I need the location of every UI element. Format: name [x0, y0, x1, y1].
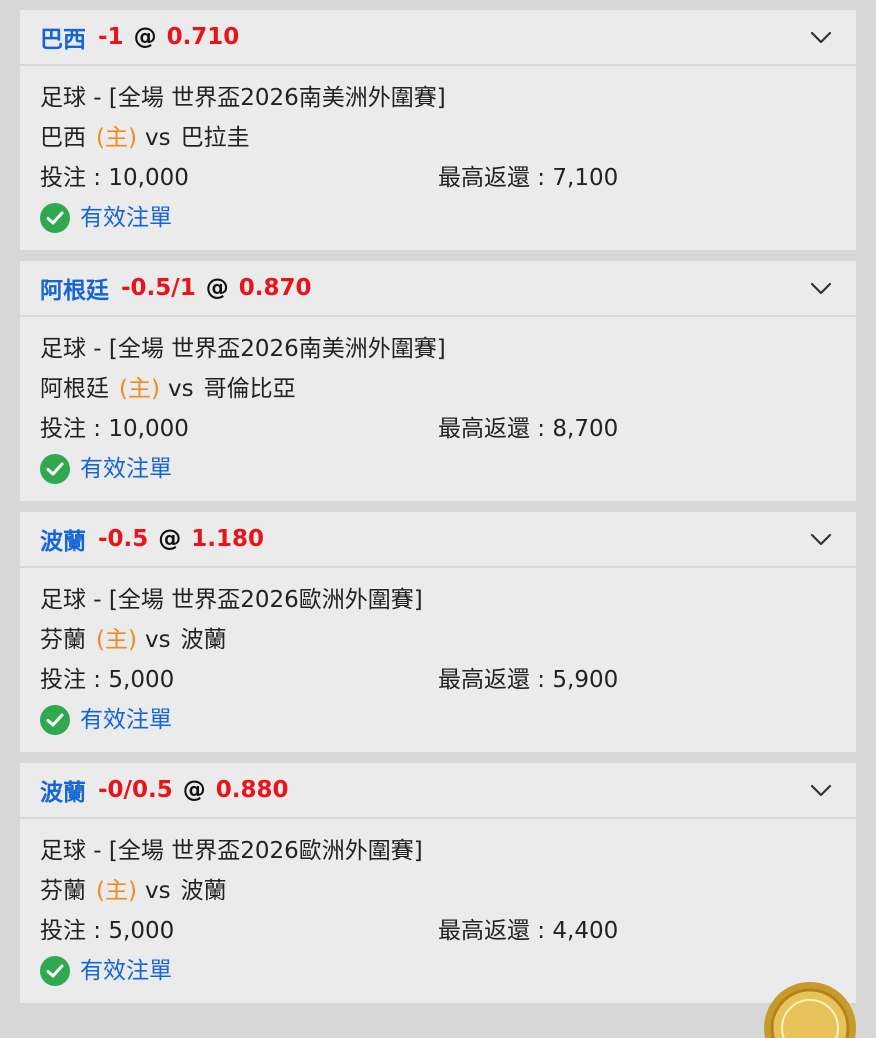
status-label: 有效注單 — [80, 958, 172, 984]
bet-card-header[interactable]: 阿根廷 -0.5/1 @ 0.870 — [20, 261, 856, 317]
home-team: 巴西 — [40, 125, 86, 151]
selection-team: 波蘭 — [40, 529, 86, 555]
stake-value: 10,000 — [108, 165, 189, 191]
max-return-value: 8,700 — [552, 416, 619, 442]
odds-value: 0.880 — [215, 777, 289, 803]
away-team: 波蘭 — [180, 627, 227, 653]
home-marker: (主) — [96, 125, 137, 151]
home-marker: (主) — [119, 376, 160, 402]
at-sign: @ — [182, 777, 206, 803]
home-team: 阿根廷 — [40, 376, 109, 402]
home-marker: (主) — [96, 627, 137, 653]
max-return: 最高返還 : 5,900 — [438, 660, 618, 700]
bet-status: 有效注單 — [40, 700, 836, 740]
away-team: 巴拉圭 — [180, 125, 250, 151]
home-team: 芬蘭 — [40, 878, 86, 904]
chevron-down-icon[interactable] — [808, 24, 834, 50]
handicap: -1 — [98, 24, 124, 50]
selection-team: 巴西 — [40, 27, 86, 53]
max-return-label: 最高返還 : — [438, 667, 553, 693]
vs-label: vs — [144, 878, 171, 904]
bet-card: 巴西 -1 @ 0.710 足球 - [全場 世界盃2026南美洲外圍賽] 巴西… — [20, 10, 856, 250]
max-return: 最高返還 : 4,400 — [438, 911, 618, 951]
max-return-value: 4,400 — [552, 918, 619, 944]
bet-card-header[interactable]: 波蘭 -0/0.5 @ 0.880 — [20, 763, 856, 819]
chevron-down-icon[interactable] — [808, 526, 834, 552]
bet-status: 有效注單 — [40, 198, 836, 238]
bet-status: 有效注單 — [40, 449, 836, 489]
at-sign: @ — [133, 24, 157, 50]
stake-label: 投注 : — [40, 918, 109, 944]
matchup: 芬蘭 (主) vs 波蘭 — [40, 620, 836, 660]
stake-label: 投注 : — [40, 667, 109, 693]
vs-label: vs — [167, 376, 194, 402]
stake: 投注 : 5,000 — [40, 911, 438, 951]
stake-label: 投注 : — [40, 165, 109, 191]
stake-value: 5,000 — [108, 667, 175, 693]
bet-status: 有效注單 — [40, 951, 836, 991]
event-name: 足球 - [全場 世界盃2026南美洲外圍賽] — [40, 85, 446, 111]
max-return: 最高返還 : 8,700 — [438, 409, 618, 449]
bet-card: 阿根廷 -0.5/1 @ 0.870 足球 - [全場 世界盃2026南美洲外圍… — [20, 261, 856, 501]
bet-card-body: 足球 - [全場 世界盃2026南美洲外圍賽] 阿根廷 (主) vs 哥倫比亞 … — [20, 317, 856, 501]
odds-value: 0.710 — [166, 24, 240, 50]
vs-label: vs — [144, 125, 171, 151]
amount-row: 投注 : 5,000 最高返還 : 4,400 — [40, 911, 836, 951]
floating-coin-icon[interactable] — [760, 978, 860, 1038]
matchup: 巴西 (主) vs 巴拉圭 — [40, 118, 836, 158]
bet-card-body: 足球 - [全場 世界盃2026歐洲外圍賽] 芬蘭 (主) vs 波蘭 投注 :… — [20, 819, 856, 1003]
at-sign: @ — [158, 526, 182, 552]
check-circle-icon — [40, 956, 70, 986]
odds-value: 0.870 — [238, 275, 312, 301]
amount-row: 投注 : 10,000 最高返還 : 8,700 — [40, 409, 836, 449]
max-return: 最高返還 : 7,100 — [438, 158, 618, 198]
bet-card-header[interactable]: 波蘭 -0.5 @ 1.180 — [20, 512, 856, 568]
stake: 投注 : 10,000 — [40, 158, 438, 198]
handicap: -0.5 — [98, 526, 149, 552]
max-return-value: 7,100 — [552, 165, 619, 191]
bet-card: 波蘭 -0.5 @ 1.180 足球 - [全場 世界盃2026歐洲外圍賽] 芬… — [20, 512, 856, 752]
stake-value: 5,000 — [108, 918, 175, 944]
check-circle-icon — [40, 705, 70, 735]
check-circle-icon — [40, 203, 70, 233]
at-sign: @ — [205, 275, 229, 301]
away-team: 波蘭 — [180, 878, 227, 904]
bet-card-body: 足球 - [全場 世界盃2026歐洲外圍賽] 芬蘭 (主) vs 波蘭 投注 :… — [20, 568, 856, 752]
bet-list: 巴西 -1 @ 0.710 足球 - [全場 世界盃2026南美洲外圍賽] 巴西… — [20, 10, 856, 1014]
event-name: 足球 - [全場 世界盃2026歐洲外圍賽] — [40, 587, 423, 613]
event-name: 足球 - [全場 世界盃2026南美洲外圍賽] — [40, 336, 446, 362]
matchup: 芬蘭 (主) vs 波蘭 — [40, 871, 836, 911]
bet-card-header[interactable]: 巴西 -1 @ 0.710 — [20, 10, 856, 66]
handicap: -0.5/1 — [121, 275, 196, 301]
selection-team: 阿根廷 — [40, 278, 109, 304]
home-team: 芬蘭 — [40, 627, 86, 653]
check-circle-icon — [40, 454, 70, 484]
vs-label: vs — [144, 627, 171, 653]
home-marker: (主) — [96, 878, 137, 904]
max-return-label: 最高返還 : — [438, 918, 553, 944]
chevron-down-icon[interactable] — [808, 275, 834, 301]
max-return-label: 最高返還 : — [438, 165, 553, 191]
amount-row: 投注 : 5,000 最高返還 : 5,900 — [40, 660, 836, 700]
away-team: 哥倫比亞 — [203, 376, 296, 402]
stake-value: 10,000 — [108, 416, 189, 442]
bet-card-body: 足球 - [全場 世界盃2026南美洲外圍賽] 巴西 (主) vs 巴拉圭 投注… — [20, 66, 856, 250]
stake: 投注 : 10,000 — [40, 409, 438, 449]
status-label: 有效注單 — [80, 707, 172, 733]
odds-value: 1.180 — [191, 526, 265, 552]
status-label: 有效注單 — [80, 205, 172, 231]
max-return-value: 5,900 — [552, 667, 619, 693]
bet-card: 波蘭 -0/0.5 @ 0.880 足球 - [全場 世界盃2026歐洲外圍賽]… — [20, 763, 856, 1003]
event-name: 足球 - [全場 世界盃2026歐洲外圍賽] — [40, 838, 423, 864]
amount-row: 投注 : 10,000 最高返還 : 7,100 — [40, 158, 836, 198]
selection-team: 波蘭 — [40, 780, 86, 806]
handicap: -0/0.5 — [98, 777, 173, 803]
status-label: 有效注單 — [80, 456, 172, 482]
matchup: 阿根廷 (主) vs 哥倫比亞 — [40, 369, 836, 409]
chevron-down-icon[interactable] — [808, 777, 834, 803]
max-return-label: 最高返還 : — [438, 416, 553, 442]
stake-label: 投注 : — [40, 416, 109, 442]
stake: 投注 : 5,000 — [40, 660, 438, 700]
